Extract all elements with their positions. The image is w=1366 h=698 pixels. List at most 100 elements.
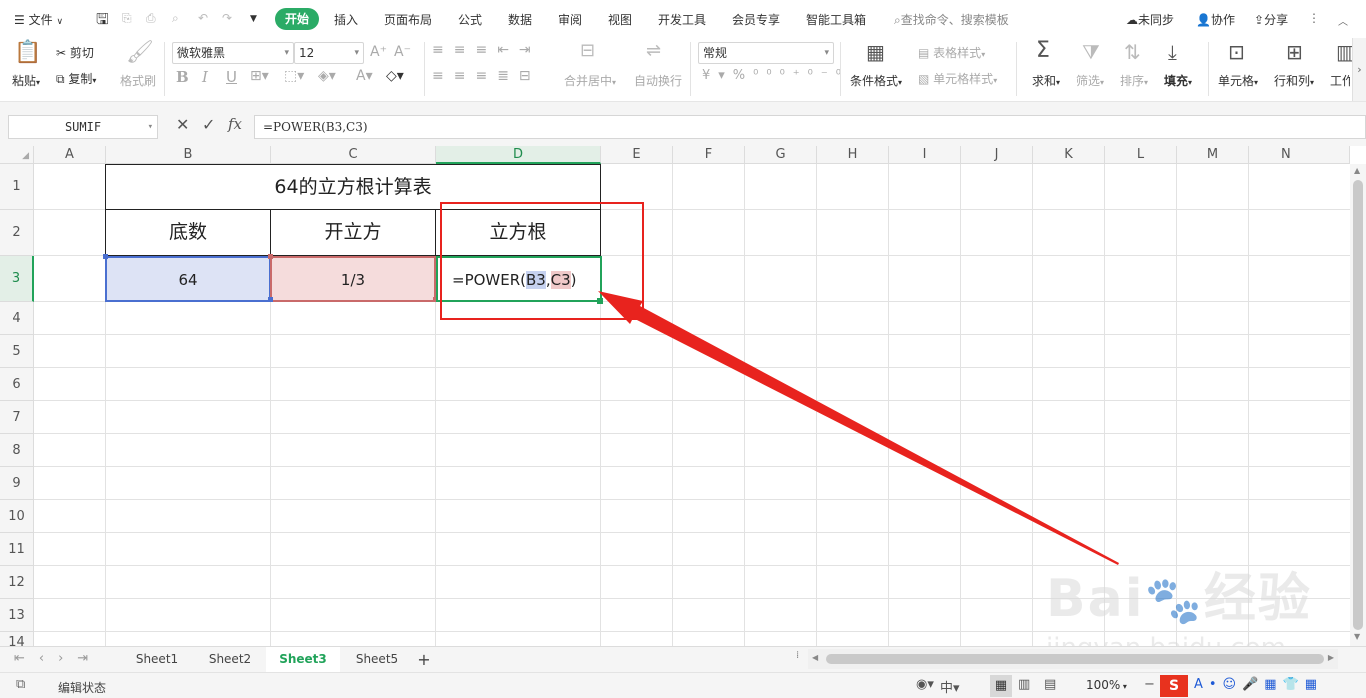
tab-smart-toolbox[interactable]: 智能工具箱: [806, 11, 866, 28]
cut-button[interactable]: ✂ 剪切: [56, 44, 94, 61]
normal-view-icon[interactable]: ▦: [990, 675, 1012, 697]
ime-toolbar-icons[interactable]: A•☺🎤▦👕▦: [1194, 677, 1323, 692]
table-style-button[interactable]: ▤ 表格样式▾: [918, 44, 985, 61]
filter-button[interactable]: 筛选▾: [1076, 72, 1104, 89]
font-shrink-icon[interactable]: A⁻: [394, 44, 411, 60]
sum-icon: Σ: [1036, 38, 1050, 63]
scroll-up-icon[interactable]: ▲: [1354, 166, 1360, 175]
border-icon[interactable]: ⊞▾: [250, 68, 269, 84]
eye-protection-icon[interactable]: ◉▾: [916, 677, 934, 692]
font-size-select[interactable]: 12 ▾: [294, 42, 364, 64]
chevron-down-icon: ▾: [824, 48, 829, 58]
sheet-tab-sheet3[interactable]: Sheet3: [266, 647, 340, 672]
cancel-icon[interactable]: ✕: [176, 115, 189, 134]
conditional-format-button[interactable]: 条件格式▾: [850, 72, 902, 89]
sheet-tab-sheet5[interactable]: Sheet5: [340, 647, 414, 672]
scroll-thumb[interactable]: [1353, 180, 1363, 630]
cell-icon: ⊡: [1228, 40, 1245, 64]
more-icon[interactable]: ⋮: [1308, 11, 1320, 25]
font-color-icon[interactable]: A▾: [356, 68, 373, 84]
row-col-icon: ⊞: [1286, 40, 1303, 64]
cloud-icon: ☁: [1126, 13, 1138, 27]
ribbon: 📋 粘贴▾ ✂ 剪切 ⧉ 复制▾ 🖌 格式刷 微软雅黑 ▾ 12 ▾ A⁺ A⁻ B…: [0, 38, 1366, 102]
sync-status[interactable]: ☁未同步: [1126, 11, 1174, 28]
sheet-tab-sheet2[interactable]: Sheet2: [194, 647, 266, 672]
zoom-out-icon[interactable]: −: [1144, 677, 1155, 692]
format-painter-icon: 🖌: [126, 40, 154, 65]
tab-data[interactable]: 数据: [508, 11, 532, 28]
conditional-format-icon: ▦: [866, 40, 885, 64]
scroll-right-icon[interactable]: ▶: [1328, 653, 1334, 662]
tab-page-layout[interactable]: 页面布局: [384, 11, 432, 28]
collaborate-button[interactable]: 👤协作: [1196, 11, 1235, 28]
cell-style-button[interactable]: ▧ 单元格样式▾: [918, 70, 997, 87]
fill-color-icon[interactable]: ◈▾: [318, 68, 336, 84]
underline-icon[interactable]: U: [226, 68, 237, 86]
paste-button[interactable]: 粘贴▾: [12, 72, 40, 89]
table-icon: ▤: [918, 46, 930, 60]
paste-icon[interactable]: 📋: [14, 40, 41, 65]
sogou-ime-icon[interactable]: S: [1160, 675, 1188, 697]
command-search[interactable]: ⌕查找命令、搜索模板: [894, 11, 1009, 28]
scroll-handle-icon[interactable]: ⁞: [796, 650, 799, 661]
share-button[interactable]: ⇪分享: [1254, 11, 1288, 28]
italic-icon[interactable]: I: [202, 68, 208, 86]
print-preview-icon[interactable]: ⌕: [172, 11, 179, 26]
formula-input[interactable]: =POWER(B3,C3): [254, 115, 1366, 139]
name-box[interactable]: SUMIF ▾: [8, 115, 158, 139]
add-sheet-icon[interactable]: +: [414, 647, 434, 672]
quick-access-dropdown-icon[interactable]: ▼: [250, 14, 257, 24]
tab-view[interactable]: 视图: [608, 11, 632, 28]
format-painter-button[interactable]: 格式刷: [120, 72, 156, 89]
font-grow-icon[interactable]: A⁺: [370, 44, 387, 60]
horizontal-scrollbar[interactable]: ◀ ▶: [808, 649, 1338, 669]
confirm-icon[interactable]: ✓: [202, 115, 215, 134]
wrap-text-button[interactable]: 自动换行: [634, 72, 682, 89]
tab-member[interactable]: 会员专享: [732, 11, 780, 28]
undo-icon[interactable]: ↶: [198, 11, 208, 25]
worksheet-button[interactable]: 工作表: [1330, 72, 1350, 89]
number-format-icons[interactable]: ¥▾%⁰⁰⁰⁺⁰⁻⁰: [702, 68, 849, 83]
insert-function-icon[interactable]: fx: [228, 115, 242, 133]
tab-insert[interactable]: 插入: [334, 11, 358, 28]
tab-developer[interactable]: 开发工具: [658, 11, 706, 28]
tab-review[interactable]: 审阅: [558, 11, 582, 28]
fill-button[interactable]: 填充▾: [1164, 72, 1192, 89]
cell-style-icon: ▧: [918, 72, 930, 86]
bold-icon[interactable]: B: [176, 68, 189, 86]
sum-button[interactable]: 求和▾: [1032, 72, 1060, 89]
save-icon[interactable]: 🖫: [96, 9, 109, 34]
export-icon[interactable]: ⎘: [122, 11, 132, 26]
page-layout-view-icon[interactable]: ▤: [1044, 677, 1056, 692]
ribbon-scroll-right-icon[interactable]: ›: [1352, 38, 1366, 101]
vertical-scrollbar[interactable]: ▲ ▼: [1350, 164, 1366, 646]
input-method-icon[interactable]: 中▾: [940, 677, 960, 696]
align-top-row-icons[interactable]: ≡≡≡⇤⇥: [432, 42, 541, 58]
clear-format-icon[interactable]: ◇▾: [386, 68, 404, 84]
copy-button[interactable]: ⧉ 复制▾: [56, 70, 96, 87]
align-row-icons[interactable]: ≡≡≡≣⊟: [432, 68, 541, 84]
scroll-left-icon[interactable]: ◀: [812, 653, 818, 662]
sheet-nav-icons[interactable]: ⇤‹›⇥: [14, 651, 102, 666]
search-icon: ⌕: [894, 13, 901, 27]
hscroll-thumb[interactable]: [826, 654, 1324, 664]
sheet-tab-sheet1[interactable]: Sheet1: [120, 647, 194, 672]
cell-button[interactable]: 单元格▾: [1218, 72, 1258, 89]
number-format-select[interactable]: 常规 ▾: [698, 42, 834, 64]
fill-shading-icon[interactable]: ⬚▾: [284, 68, 304, 84]
merge-center-button[interactable]: 合并居中▾: [564, 72, 616, 89]
page-break-view-icon[interactable]: ▥: [1018, 677, 1030, 692]
scroll-down-icon[interactable]: ▼: [1354, 632, 1360, 641]
zoom-level[interactable]: 100% ▾: [1086, 678, 1127, 692]
file-menu[interactable]: ☰ 文件 ∨: [14, 11, 63, 28]
collapse-ribbon-icon[interactable]: ︿: [1338, 13, 1348, 28]
tab-home[interactable]: 开始: [275, 8, 319, 30]
macro-record-icon[interactable]: ⧉: [16, 677, 25, 692]
chevron-down-icon: ▾: [147, 122, 153, 132]
tab-formulas[interactable]: 公式: [458, 11, 482, 28]
print-icon[interactable]: ⎙: [146, 11, 156, 26]
redo-icon[interactable]: ↷: [222, 11, 232, 25]
font-name-select[interactable]: 微软雅黑 ▾: [172, 42, 294, 64]
row-col-button[interactable]: 行和列▾: [1274, 72, 1314, 89]
sort-button[interactable]: 排序▾: [1120, 72, 1148, 89]
